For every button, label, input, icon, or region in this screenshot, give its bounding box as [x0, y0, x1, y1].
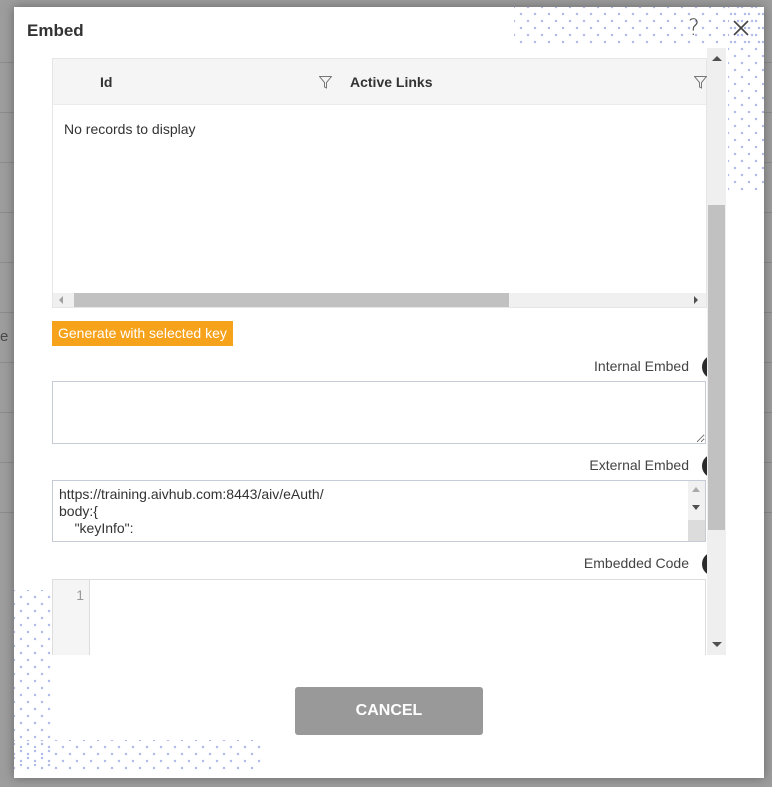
scroll-down-icon[interactable] [692, 505, 700, 510]
external-embed-label: External Embed [589, 457, 689, 473]
dialog-body: Id Active Links No records to display Ge… [52, 48, 726, 655]
column-header-id[interactable]: Id [100, 74, 112, 90]
filter-icon[interactable] [693, 76, 708, 89]
empty-message: No records to display [64, 121, 196, 137]
scrollbar-thumb[interactable] [708, 205, 725, 530]
grid-horizontal-scrollbar[interactable] [53, 293, 706, 307]
scroll-left-icon[interactable] [59, 296, 63, 304]
embedded-code-editor[interactable]: 1 [52, 579, 706, 655]
external-embed-scrollbar[interactable] [688, 481, 705, 541]
generate-with-selected-key-button[interactable]: Generate with selected key [52, 321, 233, 346]
dialog-title: Embed [27, 21, 84, 40]
embed-dialog: Embed ? Id Active Links No records to di… [14, 7, 764, 778]
scroll-right-icon[interactable] [694, 296, 698, 304]
filter-icon[interactable] [318, 76, 333, 89]
internal-embed-label: Internal Embed [594, 358, 689, 374]
external-embed-textarea[interactable] [52, 480, 706, 542]
scroll-up-icon[interactable] [712, 56, 722, 61]
help-icon[interactable]: ? [688, 16, 700, 41]
grid-header: Id Active Links [53, 59, 708, 105]
embedded-code-label: Embedded Code [583, 555, 689, 571]
close-icon[interactable] [732, 19, 750, 37]
keys-grid: Id Active Links No records to display [52, 58, 708, 308]
internal-embed-textarea[interactable] [52, 381, 706, 444]
line-number: 1 [76, 587, 84, 603]
line-number-gutter: 1 [53, 580, 90, 655]
decorative-dots [14, 740, 262, 771]
decorative-dots [514, 7, 764, 47]
cancel-button[interactable]: CANCEL [295, 687, 483, 735]
scroll-down-icon[interactable] [712, 642, 722, 647]
scroll-up-icon[interactable] [692, 487, 700, 492]
background-text: e [0, 328, 9, 345]
resize-handle[interactable] [688, 520, 705, 541]
column-header-active-links[interactable]: Active Links [350, 74, 432, 90]
scrollbar-thumb[interactable] [74, 293, 509, 307]
dialog-vertical-scrollbar[interactable] [707, 48, 726, 655]
